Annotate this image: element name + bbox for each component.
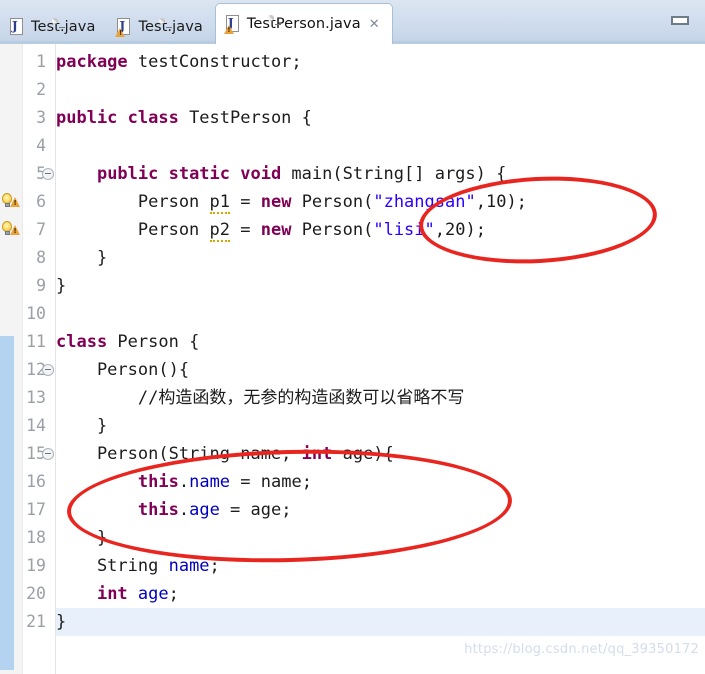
code-line[interactable]: 2 [0, 76, 705, 104]
line-number: 19 [26, 556, 46, 575]
line-number: 7 [36, 220, 46, 239]
tab-strip: J Test.java J ! Test.java J ! TestPerson… [0, 0, 393, 44]
line-number: 14 [26, 416, 46, 435]
tab-test-java-1[interactable]: J Test.java [0, 10, 107, 44]
line-number: 17 [26, 500, 46, 519]
code-line[interactable]: 5 public static void main(String[] args)… [0, 160, 705, 188]
tab-label: TestPerson.java [246, 16, 361, 32]
line-number: 12 [26, 360, 46, 379]
line-content: int age; [96, 584, 179, 604]
fold-toggle-icon[interactable] [42, 168, 54, 180]
line-content: String name; [56, 556, 220, 576]
java-file-warning-icon: J ! [115, 18, 173, 37]
code-line[interactable]: 13 //构造函数，无参的构造函数可以省略不写 [0, 384, 705, 412]
fold-toggle-icon[interactable] [42, 364, 54, 376]
editor-tab-bar: J Test.java J ! Test.java J ! TestPerson… [0, 0, 705, 44]
line-number: 9 [36, 276, 46, 295]
close-icon[interactable]: ✕ [369, 18, 380, 31]
java-file-warning-icon: J ! [223, 15, 281, 34]
code-line[interactable]: 14 } [0, 412, 705, 440]
line-content: Person p1 = new Person("zhangsan",10); [56, 192, 527, 214]
line-content: public static void main(String[] args) { [96, 164, 507, 184]
line-number: 18 [26, 528, 46, 547]
code-editor[interactable]: 1 package testConstructor; 2 3 public cl… [0, 44, 705, 674]
code-line[interactable]: 16 this.name = name; [0, 468, 705, 496]
code-line[interactable]: 19 String name; [0, 552, 705, 580]
line-number: 5 [0, 160, 46, 188]
line-content: } [56, 248, 108, 268]
line-number: 11 [26, 332, 46, 351]
java-file-icon: J [10, 18, 65, 36]
line-content: } [56, 612, 67, 632]
line-content: } [56, 276, 67, 296]
minimize-icon[interactable] [668, 14, 692, 27]
code-line[interactable]: ! 6 Person p1 = new Person("zhangsan",10… [0, 188, 705, 216]
code-line[interactable]: ! 7 Person p2 = new Person("lisi",20); [0, 216, 705, 244]
code-line[interactable]: 11 class Person { [0, 328, 705, 356]
line-content: Person p2 = new Person("lisi",20); [56, 220, 486, 242]
code-line[interactable]: 3 public class TestPerson { [0, 104, 705, 132]
code-line[interactable]: 20 int age; [0, 580, 705, 608]
tab-testperson-java[interactable]: J ! TestPerson.java ✕ [214, 3, 393, 44]
tab-test-java-2[interactable]: J ! Test.java [107, 10, 214, 44]
line-number: 6 [36, 192, 46, 211]
line-number: 10 [26, 304, 46, 323]
line-content: package testConstructor; [56, 52, 302, 72]
code-line-current[interactable]: 21 } [0, 608, 705, 636]
code-line[interactable]: 4 [0, 132, 705, 160]
code-lines: 1 package testConstructor; 2 3 public cl… [0, 48, 705, 636]
line-number: 13 [26, 388, 46, 407]
line-number: 21 [26, 612, 46, 631]
line-number: 15 [26, 444, 46, 463]
code-line[interactable]: 12 Person(){ [0, 356, 705, 384]
watermark: https://blog.csdn.net/qq_39350172 [464, 642, 699, 657]
line-number: 8 [36, 248, 46, 267]
code-line[interactable]: 17 this.age = age; [0, 496, 705, 524]
line-content: Person(String name, int age){ [56, 444, 394, 464]
line-number: 1 [36, 52, 46, 71]
code-line[interactable]: 10 [0, 300, 705, 328]
code-line[interactable]: 18 } [0, 524, 705, 552]
line-content: this.name = name; [137, 472, 312, 492]
line-number: 4 [36, 136, 46, 155]
line-content: public class TestPerson { [56, 108, 312, 128]
fold-toggle-icon[interactable] [42, 448, 54, 460]
code-line[interactable]: 8 } [0, 244, 705, 272]
line-content: //构造函数，无参的构造函数可以省略不写 [56, 388, 465, 408]
line-content: Person(){ [56, 360, 190, 380]
code-line[interactable]: 9 } [0, 272, 705, 300]
code-line[interactable]: 1 package testConstructor; [0, 48, 705, 76]
line-number: 2 [36, 80, 46, 99]
code-line[interactable]: 15 Person(String name, int age){ [0, 440, 705, 468]
line-number: 3 [36, 108, 46, 127]
line-content: class Person { [56, 332, 200, 352]
line-content: } [56, 416, 108, 436]
line-number: 20 [26, 584, 46, 603]
line-content: this.age = age; [137, 500, 292, 520]
line-content: } [56, 528, 108, 548]
line-number: 16 [26, 472, 46, 491]
